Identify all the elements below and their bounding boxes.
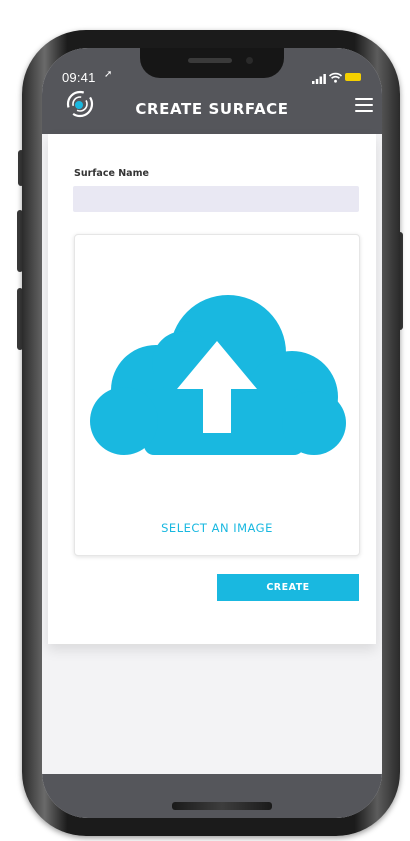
create-surface-form: Surface Name SELECT AN IMAGE CREATE — [48, 134, 376, 644]
cloud-upload-icon — [90, 295, 346, 455]
wifi-icon — [329, 72, 342, 83]
page-title: CREATE SURFACE — [135, 100, 289, 118]
speaker-grille — [188, 58, 232, 63]
menu-line — [355, 98, 373, 100]
phone-screen: 09:41 ➚ CREATE SURFACE Surface Name SELE… — [42, 48, 382, 818]
battery-icon — [345, 73, 361, 81]
bottom-bar — [42, 774, 382, 818]
page: 09:41 ➚ CREATE SURFACE Surface Name SELE… — [0, 0, 410, 841]
status-time: 09:41 — [62, 70, 96, 85]
hamburger-menu-icon[interactable] — [355, 98, 373, 114]
front-camera — [246, 57, 253, 64]
menu-line — [355, 104, 373, 106]
signal-bars-icon — [312, 74, 326, 84]
surface-name-label: Surface Name — [74, 168, 149, 179]
surface-name-input[interactable] — [73, 186, 359, 212]
bottom-logo-mark — [172, 802, 272, 810]
create-button[interactable]: CREATE — [217, 574, 359, 601]
select-image-dropzone[interactable]: SELECT AN IMAGE — [74, 234, 360, 556]
select-image-label: SELECT AN IMAGE — [161, 521, 273, 535]
device-notch — [140, 48, 284, 78]
menu-line — [355, 110, 373, 112]
location-arrow-icon: ➚ — [104, 69, 113, 80]
